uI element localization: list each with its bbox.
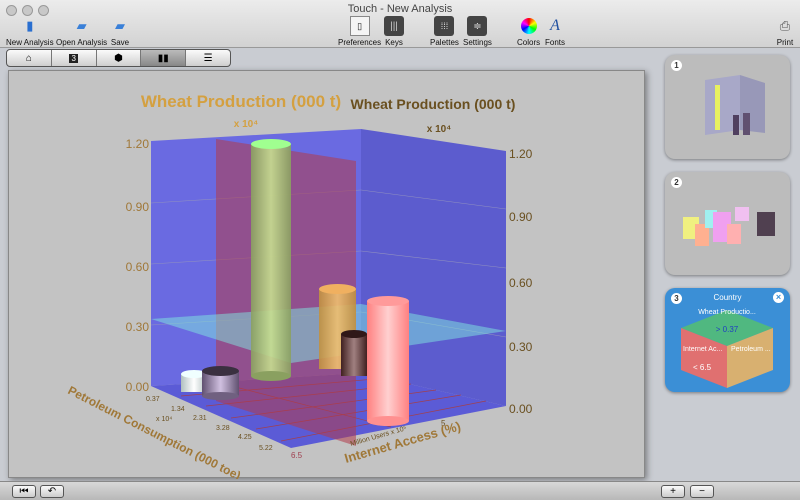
cylinder-pink xyxy=(367,296,409,426)
history-card-3[interactable]: 3 × Country Wheat Productio... > 0.37 In… xyxy=(665,288,790,392)
cube-left-value: < 6.5 xyxy=(693,363,712,372)
cube-top-label: Wheat Productio... xyxy=(698,309,756,316)
chart-title-right: Wheat Production (000 t) xyxy=(351,96,516,112)
save-button[interactable]: ▰ Save xyxy=(110,16,130,47)
cube-icon: ⬢ xyxy=(114,52,123,64)
3d-chart[interactable]: Wheat Production (000 t) Wheat Productio… xyxy=(9,71,646,483)
y-tick: 1.20 xyxy=(126,137,150,151)
keys-button[interactable]: ||| Keys xyxy=(384,16,404,47)
palettes-icon: ⁞⁞⁞ xyxy=(434,16,455,36)
y-tick: 0.00 xyxy=(509,402,533,416)
label: Fonts xyxy=(545,38,566,47)
breadcrumb-cube[interactable]: ⬢ xyxy=(97,50,142,66)
label: Settings xyxy=(463,38,492,47)
x-tick: 0.37 xyxy=(146,396,160,403)
undo-button[interactable]: ↶ xyxy=(40,485,64,498)
number-3-icon: 3 xyxy=(69,53,78,63)
y-tick: 0.90 xyxy=(509,210,533,224)
window-titlebar: Touch - New Analysis ▮ New Analysis ▰ Open… xyxy=(0,0,800,48)
filter-cube: Wheat Productio... > 0.37 Internet Ac...… xyxy=(681,309,773,388)
label: Print xyxy=(776,38,794,47)
new-document-icon: ▮ xyxy=(26,18,34,33)
first-step-button[interactable]: ⏮ xyxy=(12,485,36,498)
y-tick: 0.60 xyxy=(126,260,150,274)
label: Palettes xyxy=(430,38,459,47)
y-ticks-right: 0.00 0.30 0.60 0.90 1.20 xyxy=(509,147,533,416)
add-button[interactable]: + xyxy=(661,485,685,498)
history-card-1[interactable]: 1 xyxy=(665,55,790,159)
cylinder-purple xyxy=(202,366,239,400)
cube-right-label: Petroleum ... xyxy=(731,346,771,353)
card-thumbnail xyxy=(705,75,765,135)
cylinder-green xyxy=(251,139,291,381)
list-icon: ☰ xyxy=(203,52,213,64)
preferences-button[interactable]: ▯ Preferences xyxy=(338,16,381,47)
colors-button[interactable]: Colors xyxy=(517,16,540,47)
y-tick: 0.30 xyxy=(126,320,150,334)
remove-button[interactable]: − xyxy=(690,485,714,498)
multiplier-left: x 10⁴ xyxy=(234,119,258,130)
y-tick: 0.00 xyxy=(126,380,150,394)
new-analysis-button[interactable]: ▮ New Analysis xyxy=(6,16,54,47)
printer-icon: ⎙ xyxy=(779,18,791,33)
palettes-button[interactable]: ⁞⁞⁞ Palettes xyxy=(430,16,459,47)
label: Preferences xyxy=(338,38,382,47)
settings-button[interactable]: ≑ Settings xyxy=(463,16,492,47)
label: Keys xyxy=(385,38,403,47)
breadcrumb-list[interactable]: ☰ xyxy=(186,50,230,66)
cube-top-value: > 0.37 xyxy=(716,325,739,334)
home-icon: ⌂ xyxy=(25,52,32,64)
breadcrumb-step-3[interactable]: 3 xyxy=(52,50,97,66)
y-tick: 0.60 xyxy=(509,276,533,290)
open-analysis-button[interactable]: ▰ Open Analysis xyxy=(56,16,107,47)
x-tick: 1.34 xyxy=(171,406,185,413)
history-card-2[interactable]: 2 xyxy=(665,172,790,275)
card-thumbnail xyxy=(683,207,775,246)
preferences-icon: ▯ xyxy=(349,16,370,36)
cube-left-label: Internet Ac... xyxy=(683,346,722,353)
chart-panel: Wheat Production (000 t) Wheat Productio… xyxy=(8,70,646,483)
y-tick: 1.20 xyxy=(509,147,533,161)
chart-title-left: Wheat Production (000 t) xyxy=(141,92,341,111)
breadcrumb-home[interactable]: ⌂ xyxy=(7,50,52,66)
y-ticks-left: 0.00 0.30 0.60 0.90 1.20 xyxy=(126,137,150,394)
label: Colors xyxy=(517,38,541,47)
keys-icon: ||| xyxy=(384,16,404,36)
save-icon: ▰ xyxy=(115,18,125,33)
x-tick: 3.28 xyxy=(216,425,230,432)
folder-open-icon: ▰ xyxy=(76,18,87,33)
bottom-bar: ⏮ ↶ + − xyxy=(0,481,800,500)
label: New Analysis xyxy=(6,38,54,47)
x-tick: 2.31 xyxy=(193,415,207,422)
window-title: Touch - New Analysis xyxy=(347,3,453,15)
fonts-button[interactable]: A Fonts xyxy=(545,16,565,47)
y-tick: 0.90 xyxy=(126,200,150,214)
z-tick: 6.5 xyxy=(291,451,303,460)
x-tick: 5.22 xyxy=(259,445,273,452)
card-number: 2 xyxy=(671,177,682,188)
y-tick: 0.30 xyxy=(509,340,533,354)
multiplier-right: x 10⁴ xyxy=(427,124,451,135)
x-multiplier: x 10⁴ xyxy=(156,416,172,423)
card-number: 1 xyxy=(671,60,682,71)
label: Open Analysis xyxy=(56,38,108,47)
bar-chart-icon: ▮▮ xyxy=(157,52,169,64)
label: Save xyxy=(110,38,130,47)
settings-icon: ≑ xyxy=(467,16,488,36)
print-button[interactable]: ⎙ Print xyxy=(775,16,795,47)
cylinder-dark xyxy=(341,330,367,376)
font-icon: A xyxy=(550,17,560,34)
color-wheel-icon xyxy=(519,16,539,36)
x-tick: 4.25 xyxy=(238,434,252,441)
breadcrumb-chart[interactable]: ▮▮ xyxy=(141,50,187,66)
breadcrumb: ⌂ 3 ⬢ ▮▮ ☰ xyxy=(6,49,231,67)
